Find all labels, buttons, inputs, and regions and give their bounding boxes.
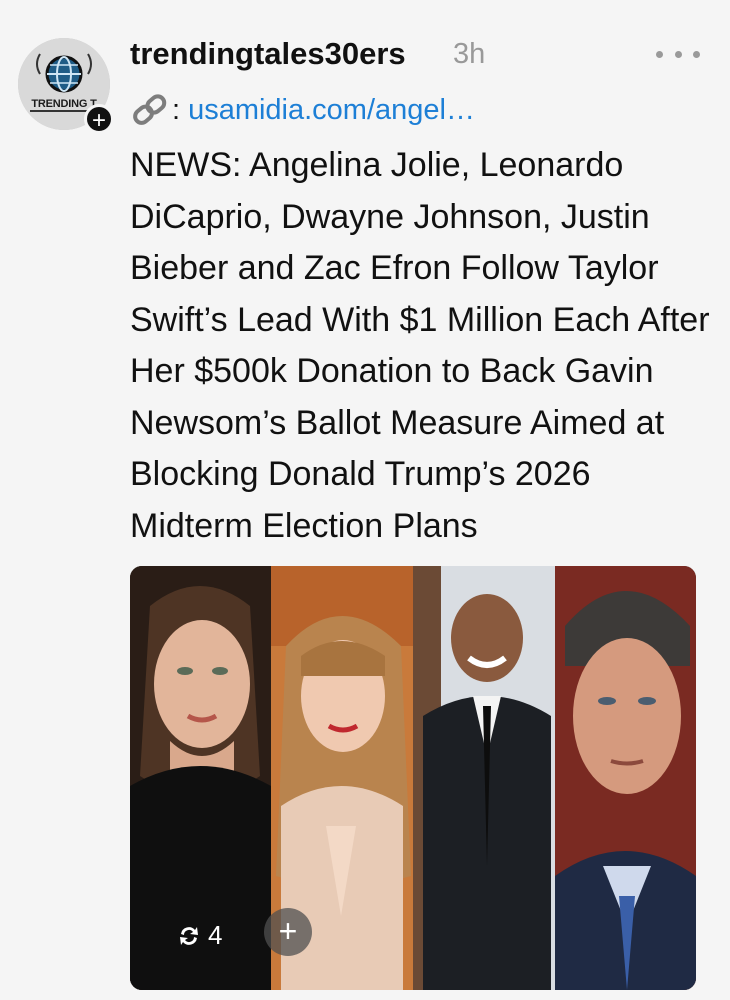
username[interactable]: trendingtales30ers (130, 36, 406, 72)
post-timestamp: 3h (453, 38, 486, 70)
link-icon (133, 94, 167, 125)
link-row: : usamidia.com/angel… (130, 88, 475, 132)
add-button[interactable]: + (264, 908, 312, 956)
repost-count-value: 4 (208, 920, 223, 950)
photo-gavin-newsom[interactable] (555, 566, 696, 990)
plus-icon: + (91, 107, 106, 134)
more-options-button[interactable] (656, 36, 700, 72)
portrait-image (413, 566, 555, 990)
repost-count[interactable]: 4 (176, 920, 222, 951)
repost-icon (180, 926, 198, 945)
more-dot-icon (693, 50, 700, 58)
photo-dwayne-johnson[interactable] (413, 566, 555, 990)
follow-button[interactable]: + (84, 104, 114, 134)
link-prefix: : (172, 93, 181, 126)
portrait-image (555, 566, 696, 990)
post-text: NEWS: Angelina Jolie, Leonardo DiCaprio,… (130, 146, 710, 545)
more-dot-icon (674, 50, 682, 58)
more-dot-icon (656, 50, 663, 58)
link-url[interactable]: usamidia.com/angel… (188, 94, 475, 127)
